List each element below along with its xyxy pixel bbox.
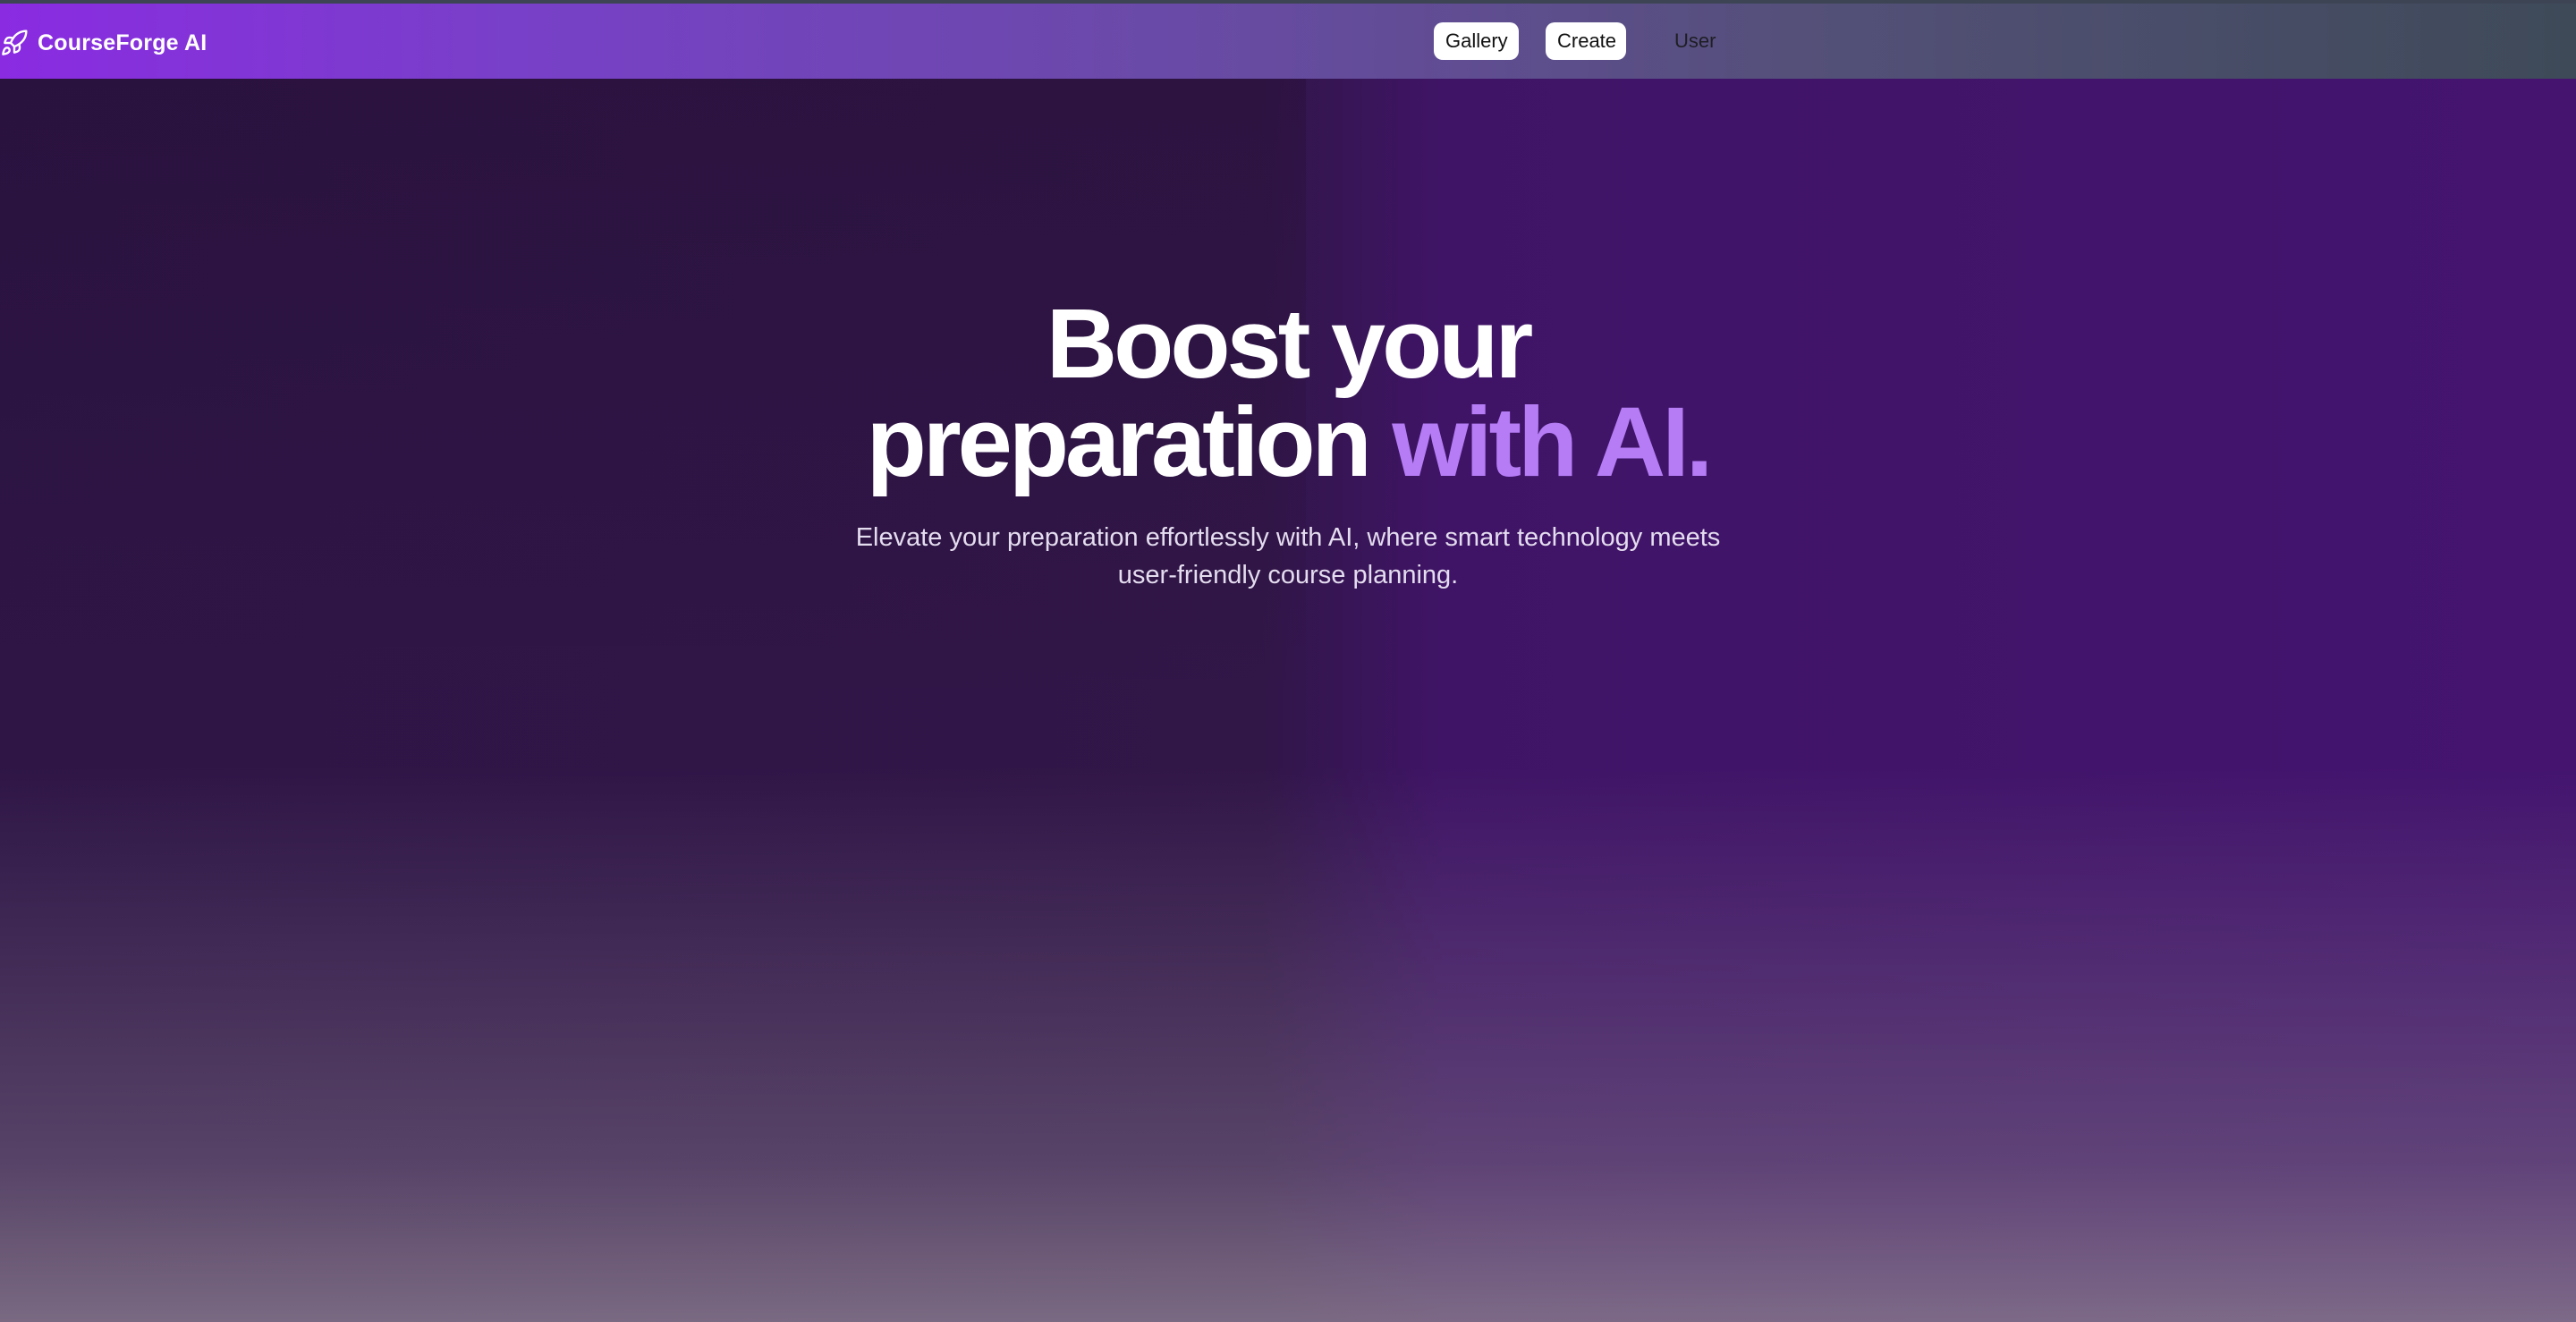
top-navbar: CourseForge AI Gallery Create User — [0, 0, 2576, 79]
user-menu-link[interactable]: User — [1674, 22, 1716, 60]
brand-logo[interactable]: CourseForge AI — [0, 27, 207, 59]
gallery-button[interactable]: Gallery — [1434, 22, 1519, 60]
hero-section: Boost your preparation with AI. Elevate … — [0, 295, 2576, 594]
hero-subtitle-line1: Elevate your preparation effortlessly wi… — [855, 523, 1721, 552]
hero-subtitle-line2: user-friendly course planning. — [1117, 561, 1459, 589]
hero-title-line2: preparation — [866, 387, 1393, 497]
hero-title: Boost your preparation with AI. — [0, 295, 2576, 492]
brand-name: CourseForge AI — [38, 30, 208, 55]
hero-subtitle: Elevate your preparation effortlessly wi… — [841, 519, 1735, 594]
create-button[interactable]: Create — [1546, 22, 1626, 60]
hero-title-line1: Boost your — [1046, 289, 1534, 399]
rocket-icon — [0, 29, 29, 57]
hero-title-accent: with AI. — [1392, 387, 1713, 497]
